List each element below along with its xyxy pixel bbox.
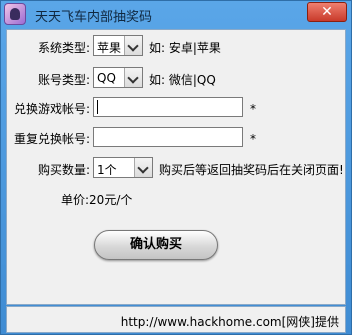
app-avatar-icon bbox=[4, 3, 26, 25]
chevron-down-icon[interactable] bbox=[124, 68, 142, 87]
system-type-label: 系统类型: bbox=[38, 41, 91, 55]
quantity-label: 购买数量: bbox=[38, 163, 91, 177]
form-panel: 系统类型: 苹果 如: 安卓|苹果 账号类型: QQ 如: 微信|QQ 兑换游戏… bbox=[6, 29, 346, 305]
repeat-account-input[interactable] bbox=[93, 127, 243, 147]
account-type-hint: 如: 微信|QQ bbox=[149, 73, 216, 87]
account-type-label: 账号类型: bbox=[38, 73, 91, 87]
unit-price: 单价:20元/个 bbox=[61, 193, 133, 207]
quantity-value: 1个 bbox=[97, 163, 117, 177]
system-type-hint: 如: 安卓|苹果 bbox=[149, 41, 221, 55]
game-account-label: 兑换游戏帐号: bbox=[14, 102, 91, 116]
chevron-down-icon[interactable] bbox=[124, 36, 142, 55]
quantity-select[interactable]: 1个 bbox=[93, 157, 153, 178]
system-type-select[interactable]: 苹果 bbox=[93, 35, 143, 56]
required-mark: * bbox=[250, 102, 256, 116]
text-caret bbox=[97, 100, 98, 114]
status-text: http://www.hackhome.com[网侠]提供 bbox=[120, 315, 339, 329]
window-title: 天天飞车内部抽奖码 bbox=[35, 10, 153, 25]
repeat-account-label: 重复兑换帐号: bbox=[14, 132, 91, 146]
quantity-hint: 购买后等返回抽奖码后在关闭页面! bbox=[159, 163, 344, 177]
title-bar: 天天飞车内部抽奖码 ✕ bbox=[1, 1, 351, 29]
required-mark: * bbox=[250, 132, 256, 146]
confirm-purchase-button[interactable]: 确认购买 bbox=[94, 230, 218, 260]
app-window: 天天飞车内部抽奖码 ✕ 系统类型: 苹果 如: 安卓|苹果 账号类型: QQ 如… bbox=[0, 0, 352, 335]
account-type-select[interactable]: QQ bbox=[93, 67, 143, 88]
game-account-input[interactable] bbox=[93, 97, 243, 117]
close-button[interactable]: ✕ bbox=[307, 2, 347, 22]
status-bar: http://www.hackhome.com[网侠]提供 bbox=[6, 306, 346, 333]
system-type-value: 苹果 bbox=[97, 41, 122, 55]
chevron-down-icon[interactable] bbox=[134, 158, 152, 177]
account-type-value: QQ bbox=[97, 71, 116, 85]
